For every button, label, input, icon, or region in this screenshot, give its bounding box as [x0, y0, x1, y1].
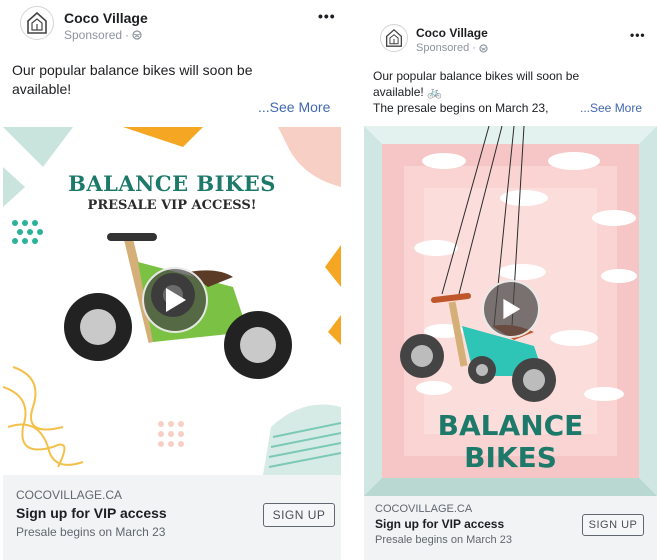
brand-logo[interactable]: [380, 24, 408, 52]
media-headline: BALANCE BIKES: [68, 171, 276, 196]
post-copy-line-3: The presale begins on March 23,: [373, 101, 549, 115]
post-copy-line-2: available! 🚲: [373, 85, 442, 99]
ad-post-2: Coco Village Sponsored · ••• Our popular…: [362, 18, 657, 560]
sponsored-label: Sponsored ·: [416, 42, 488, 54]
post-header: Coco Village Sponsored ·: [20, 6, 148, 42]
house-icon: [385, 28, 403, 47]
video-media[interactable]: BALANCE BIKES: [364, 126, 657, 496]
play-button[interactable]: [482, 280, 540, 338]
cta-description: Presale begins on March 23: [16, 525, 166, 539]
play-button[interactable]: [142, 267, 208, 333]
media-headline: BALANCE BIKES: [364, 410, 657, 474]
brand-logo[interactable]: [20, 6, 54, 40]
post-copy: Our popular balance bikes will soon be a…: [373, 68, 579, 116]
post-copy-line-1: Our popular balance bikes will soon be: [12, 62, 253, 78]
cta-footer[interactable]: COCOVILLAGE.CA Sign up for VIP access Pr…: [364, 496, 657, 560]
dot-separator: ·: [125, 28, 130, 42]
post-header: Coco Village Sponsored ·: [380, 24, 488, 54]
media-headline-line-2: BIKES: [464, 441, 557, 474]
media-subhead: PRESALE VIP ACCESS!: [87, 198, 257, 213]
sign-up-button[interactable]: SIGN UP: [582, 514, 644, 536]
sponsored-text: Sponsored: [64, 28, 123, 42]
sponsored-text: Sponsored: [416, 42, 470, 54]
cta-description: Presale begins on March 23: [375, 534, 512, 546]
sponsored-label: Sponsored ·: [64, 28, 148, 42]
post-copy-line-2: available!: [12, 81, 72, 97]
video-media[interactable]: BALANCE BIKES PRESALE VIP ACCESS!: [3, 127, 341, 475]
cta-footer[interactable]: COCOVILLAGE.CA Sign up for VIP access Pr…: [3, 475, 341, 560]
dot-separator: ·: [472, 42, 476, 54]
cta-domain: COCOVILLAGE.CA: [375, 503, 473, 515]
post-copy: Our popular balance bikes will soon be a…: [12, 61, 252, 99]
media-headline-line-1: BALANCE: [437, 409, 584, 442]
see-more-link[interactable]: ...See More: [258, 99, 330, 115]
see-more-link[interactable]: ...See More: [580, 101, 642, 115]
globe-icon: [479, 43, 488, 53]
house-icon: [27, 11, 47, 34]
cta-domain: COCOVILLAGE.CA: [16, 488, 123, 502]
play-icon: [166, 288, 186, 312]
brand-name[interactable]: Coco Village: [64, 10, 148, 26]
play-icon: [503, 298, 521, 320]
more-options-icon[interactable]: •••: [630, 28, 646, 42]
brand-name[interactable]: Coco Village: [416, 26, 488, 40]
cta-title: Sign up for VIP access: [16, 505, 167, 521]
more-options-icon[interactable]: •••: [318, 8, 336, 24]
post-copy-line-1: Our popular balance bikes will soon be: [373, 69, 580, 83]
ad-post-1: Coco Village Sponsored · ••• Our popular…: [0, 0, 344, 560]
sign-up-button[interactable]: SIGN UP: [263, 503, 335, 527]
globe-icon: [132, 30, 142, 40]
cta-title: Sign up for VIP access: [375, 517, 505, 531]
